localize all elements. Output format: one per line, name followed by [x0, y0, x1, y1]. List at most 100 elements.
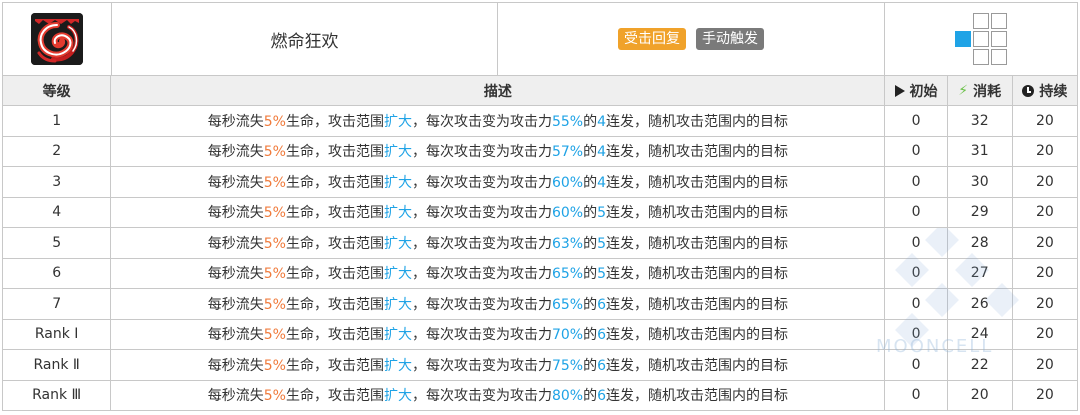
- level-cell: 4: [1, 196, 112, 228]
- desc-text: 每秒流失: [207, 174, 264, 191]
- table-row: Rank Ⅲ 每秒流失5%生命，攻击范围扩大，每次攻击变为攻击力80%的6连发，随…: [1, 379, 1079, 411]
- atk-percent-value: 70%: [551, 327, 584, 344]
- desc-text: 每秒流失: [207, 113, 264, 130]
- sp-cost-cell: 26: [946, 288, 1013, 320]
- desc-text: 生命，攻击范围: [285, 144, 384, 161]
- level-cell: 7: [1, 288, 112, 320]
- desc-text: 每秒流失: [207, 205, 264, 222]
- table-row: 1 每秒流失5%生命，攻击范围扩大，每次攻击变为攻击力55%的4连发，随机攻击范围…: [1, 105, 1079, 137]
- desc-text: 每秒流失: [207, 388, 264, 405]
- sp-cost-cell: 28: [946, 227, 1013, 259]
- range-expand-text: 扩大: [383, 174, 412, 191]
- description-cell: 每秒流失5%生命，攻击范围扩大，每次攻击变为攻击力55%的4连发，随机攻击范围内…: [110, 105, 886, 137]
- desc-text: 连发，随机攻击范围内的目标: [606, 357, 788, 374]
- range-cell-self: [955, 31, 971, 47]
- level-cell: 2: [1, 135, 112, 167]
- desc-text: 每秒流失: [207, 144, 264, 161]
- hp-loss-value: 5%: [263, 388, 286, 405]
- description-cell: 每秒流失5%生命，攻击范围扩大，每次攻击变为攻击力80%的6连发，随机攻击范围内…: [110, 379, 886, 411]
- desc-text: 的: [583, 388, 598, 405]
- range-expand-text: 扩大: [383, 144, 412, 161]
- table-row: 6 每秒流失5%生命，攻击范围扩大，每次攻击变为攻击力65%的5连发，随机攻击范围…: [1, 257, 1079, 289]
- atk-percent-value: 65%: [551, 296, 584, 313]
- desc-text: 生命，攻击范围: [285, 205, 384, 222]
- sp-cost-cell: 29: [946, 196, 1013, 228]
- range-expand-text: 扩大: [383, 113, 412, 130]
- skill-level-table: 等级 描述 初始 ⚡ 消耗 持续 1 每秒流失5%生命，攻击范围扩大，每次攻击变…: [1, 75, 1079, 411]
- description-cell: 每秒流失5%生命，攻击范围扩大，每次攻击变为攻击力65%的5连发，随机攻击范围内…: [110, 257, 886, 289]
- desc-text: 连发，随机攻击范围内的目标: [606, 266, 788, 283]
- initial-sp-cell: 0: [884, 227, 948, 259]
- level-cell: Rank Ⅲ: [1, 379, 112, 411]
- description-cell: 每秒流失5%生命，攻击范围扩大，每次攻击变为攻击力57%的4连发，随机攻击范围内…: [110, 135, 886, 167]
- hit-count-value: 4: [597, 113, 606, 130]
- hp-loss-value: 5%: [263, 205, 286, 222]
- initial-label: 初始: [909, 83, 938, 100]
- hit-count-value: 4: [597, 174, 606, 191]
- duration-cell: 20: [1011, 257, 1079, 289]
- sp-cost-cell: 30: [946, 166, 1013, 198]
- hp-loss-value: 5%: [263, 296, 286, 313]
- desc-text: 生命，攻击范围: [285, 174, 384, 191]
- desc-text: 连发，随机攻击范围内的目标: [606, 235, 788, 252]
- hp-loss-value: 5%: [263, 174, 286, 191]
- initial-sp-cell: 0: [884, 135, 948, 167]
- atk-percent-value: 63%: [551, 235, 584, 252]
- desc-text: ，每次攻击变为攻击力: [411, 388, 552, 405]
- skill-header: 燃命狂欢 受击回复 手动触发: [2, 2, 1078, 76]
- desc-text: ，每次攻击变为攻击力: [411, 113, 552, 130]
- duration-header: 持续: [1011, 75, 1079, 106]
- table-row: 5 每秒流失5%生命，攻击范围扩大，每次攻击变为攻击力63%的5连发，随机攻击范围…: [1, 227, 1079, 259]
- skill-crimson-vortex-icon: [31, 13, 83, 65]
- atk-percent-value: 55%: [551, 113, 584, 130]
- desc-text: ，每次攻击变为攻击力: [411, 266, 552, 283]
- desc-text: 连发，随机攻击范围内的目标: [606, 174, 788, 191]
- desc-text: 连发，随机攻击范围内的目标: [606, 205, 788, 222]
- sp-cost-header: ⚡ 消耗: [946, 75, 1013, 106]
- desc-text: ，每次攻击变为攻击力: [411, 327, 552, 344]
- level-cell: 6: [1, 257, 112, 289]
- duration-cell: 20: [1011, 379, 1079, 411]
- desc-text: 的: [583, 144, 598, 161]
- desc-text: 的: [583, 205, 598, 222]
- range-expand-text: 扩大: [383, 296, 412, 313]
- range-expand-text: 扩大: [383, 357, 412, 374]
- desc-text: 的: [583, 357, 598, 374]
- desc-text: ，每次攻击变为攻击力: [411, 296, 552, 313]
- desc-text: ，每次攻击变为攻击力: [411, 357, 552, 374]
- range-expand-text: 扩大: [383, 327, 412, 344]
- hp-loss-value: 5%: [263, 113, 286, 130]
- initial-sp-cell: 0: [884, 166, 948, 198]
- desc-text: 连发，随机攻击范围内的目标: [606, 388, 788, 405]
- range-expand-text: 扩大: [383, 388, 412, 405]
- table-row: Rank Ⅱ 每秒流失5%生命，攻击范围扩大，每次攻击变为攻击力75%的6连发，随…: [1, 349, 1079, 381]
- sp-cost-cell: 32: [946, 105, 1013, 137]
- hp-loss-value: 5%: [263, 144, 286, 161]
- desc-text: 的: [583, 174, 598, 191]
- description-header: 描述: [110, 75, 886, 106]
- table-header-row: 等级 描述 初始 ⚡ 消耗 持续: [1, 75, 1079, 106]
- hit-count-value: 6: [597, 388, 606, 405]
- cost-label: 消耗: [973, 83, 1002, 100]
- desc-text: 每秒流失: [207, 357, 264, 374]
- hit-count-value: 6: [597, 296, 606, 313]
- desc-text: 生命，攻击范围: [285, 388, 384, 405]
- range-expand-text: 扩大: [383, 235, 412, 252]
- atk-percent-value: 60%: [551, 174, 584, 191]
- table-row: 4 每秒流失5%生命，攻击范围扩大，每次攻击变为攻击力60%的5连发，随机攻击范围…: [1, 196, 1079, 228]
- range-cell: [991, 13, 1007, 29]
- desc-text: ，每次攻击变为攻击力: [411, 144, 552, 161]
- description-cell: 每秒流失5%生命，攻击范围扩大，每次攻击变为攻击力70%的6连发，随机攻击范围内…: [110, 318, 886, 350]
- trigger-type-tag: 手动触发: [696, 28, 764, 50]
- atk-percent-value: 75%: [551, 357, 584, 374]
- atk-percent-value: 80%: [551, 388, 584, 405]
- initial-sp-cell: 0: [884, 105, 948, 137]
- desc-text: 连发，随机攻击范围内的目标: [606, 327, 788, 344]
- duration-cell: 20: [1011, 135, 1079, 167]
- description-cell: 每秒流失5%生命，攻击范围扩大，每次攻击变为攻击力60%的4连发，随机攻击范围内…: [110, 166, 886, 198]
- desc-text: 的: [583, 266, 598, 283]
- hp-loss-value: 5%: [263, 357, 286, 374]
- desc-text: ，每次攻击变为攻击力: [411, 235, 552, 252]
- level-cell: 5: [1, 227, 112, 259]
- table-row: Rank Ⅰ 每秒流失5%生命，攻击范围扩大，每次攻击变为攻击力70%的6连发，随…: [1, 318, 1079, 350]
